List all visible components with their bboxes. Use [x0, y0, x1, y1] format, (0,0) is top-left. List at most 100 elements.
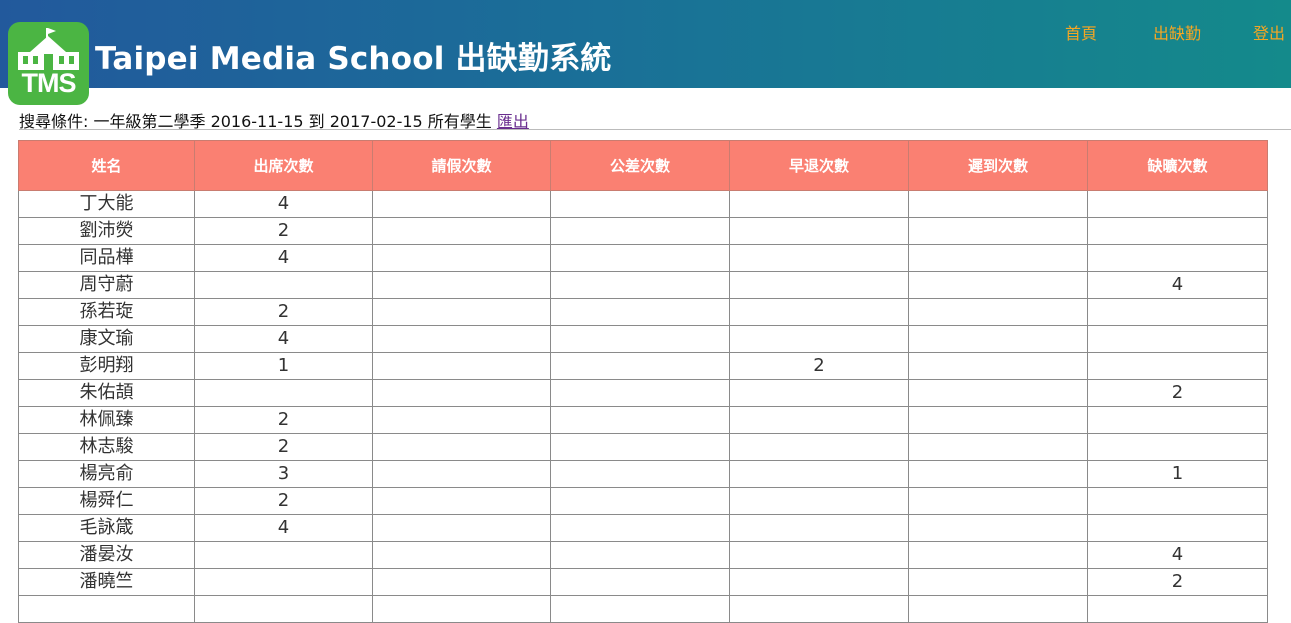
- cell-absent: [1087, 244, 1268, 272]
- nav-home-link[interactable]: 首頁: [1065, 20, 1097, 44]
- cell-early-leave: [729, 595, 909, 623]
- cell-present: [194, 271, 373, 299]
- table-row: 劉沛熒 2: [18, 217, 1268, 245]
- cell-absent: [1087, 298, 1268, 326]
- cell-name: 潘晏汝: [18, 541, 195, 569]
- cell-name: 楊舜仁: [18, 487, 195, 515]
- cell-name: 林佩臻: [18, 406, 195, 434]
- cell-leave: [372, 406, 551, 434]
- cell-late: [908, 514, 1088, 542]
- cell-late: [908, 217, 1088, 245]
- cell-present: [194, 595, 373, 623]
- cell-present: 2: [194, 406, 373, 434]
- cell-late: [908, 433, 1088, 461]
- cell-late: [908, 568, 1088, 596]
- cell-official: [550, 379, 730, 407]
- cell-present: 4: [194, 190, 373, 218]
- cell-present: 4: [194, 514, 373, 542]
- cell-late: [908, 298, 1088, 326]
- cell-early-leave: [729, 271, 909, 299]
- cell-absent: 2: [1087, 568, 1268, 596]
- cell-leave: [372, 271, 551, 299]
- table-row: 潘晏汝 4: [18, 541, 1268, 569]
- table-row: 林志駿 2: [18, 433, 1268, 461]
- table-row: 楊亮俞 3 1: [18, 460, 1268, 488]
- cell-early-leave: 2: [729, 352, 909, 380]
- cell-early-leave: [729, 514, 909, 542]
- cell-leave: [372, 514, 551, 542]
- cell-absent: [1087, 406, 1268, 434]
- table-row: 康文瑜 4: [18, 325, 1268, 353]
- cell-leave: [372, 298, 551, 326]
- cell-name: 孫若琁: [18, 298, 195, 326]
- column-header-early-leave: 早退次數: [729, 140, 909, 191]
- table-row: 潘曉竺 2: [18, 568, 1268, 596]
- cell-name: 丁大能: [18, 190, 195, 218]
- column-header-official: 公差次數: [550, 140, 730, 191]
- cell-present: 2: [194, 217, 373, 245]
- cell-name: 康文瑜: [18, 325, 195, 353]
- cell-early-leave: [729, 325, 909, 353]
- cell-present: [194, 379, 373, 407]
- cell-late: [908, 244, 1088, 272]
- cell-late: [908, 325, 1088, 353]
- cell-name: 朱佑頡: [18, 379, 195, 407]
- cell-early-leave: [729, 298, 909, 326]
- cell-early-leave: [729, 406, 909, 434]
- cell-late: [908, 487, 1088, 515]
- table-row: 毛詠箴 4: [18, 514, 1268, 542]
- nav-logout-link[interactable]: 登出: [1253, 20, 1285, 44]
- column-header-name: 姓名: [18, 140, 195, 191]
- column-header-late: 遲到次數: [908, 140, 1088, 191]
- cell-present: 4: [194, 244, 373, 272]
- cell-early-leave: [729, 244, 909, 272]
- divider: [19, 129, 1291, 130]
- cell-name: 周守蔚: [18, 271, 195, 299]
- cell-early-leave: [729, 460, 909, 488]
- cell-early-leave: [729, 433, 909, 461]
- cell-absent: [1087, 217, 1268, 245]
- cell-name: 楊亮俞: [18, 460, 195, 488]
- cell-late: [908, 460, 1088, 488]
- cell-early-leave: [729, 541, 909, 569]
- cell-official: [550, 352, 730, 380]
- column-header-present: 出席次數: [194, 140, 373, 191]
- cell-name: 劉沛熒: [18, 217, 195, 245]
- cell-leave: [372, 487, 551, 515]
- table-row: 丁大能 4: [18, 190, 1268, 218]
- cell-official: [550, 595, 730, 623]
- logo-text: TMS: [21, 68, 77, 98]
- cell-present: 2: [194, 487, 373, 515]
- app-title: Taipei Media School 出缺勤系統: [95, 41, 612, 77]
- cell-name: 同品樺: [18, 244, 195, 272]
- nav-attendance-link[interactable]: 出缺勤: [1153, 20, 1201, 44]
- cell-name: [18, 595, 195, 623]
- table-row: 同品樺 4: [18, 244, 1268, 272]
- cell-late: [908, 406, 1088, 434]
- cell-official: [550, 271, 730, 299]
- table-row: 朱佑頡 2: [18, 379, 1268, 407]
- column-header-absent: 缺曠次數: [1087, 140, 1268, 191]
- cell-name: 林志駿: [18, 433, 195, 461]
- cell-present: [194, 568, 373, 596]
- cell-early-leave: [729, 379, 909, 407]
- cell-present: [194, 541, 373, 569]
- cell-absent: 4: [1087, 271, 1268, 299]
- cell-late: [908, 379, 1088, 407]
- cell-name: 彭明翔: [18, 352, 195, 380]
- cell-official: [550, 298, 730, 326]
- cell-official: [550, 487, 730, 515]
- cell-late: [908, 541, 1088, 569]
- cell-absent: [1087, 190, 1268, 218]
- cell-absent: 2: [1087, 379, 1268, 407]
- table-body: 丁大能 4 劉沛熒 2 同品樺 4 周守蔚 4 孫若琁 2 康文瑜 4 彭明翔 1 2 朱佑頡 2 林佩臻 2 林志駿…: [18, 190, 1268, 623]
- table-row: 孫若琁 2: [18, 298, 1268, 326]
- cell-present: 4: [194, 325, 373, 353]
- table-row: 周守蔚 4: [18, 271, 1268, 299]
- column-header-leave: 請假次數: [372, 140, 551, 191]
- cell-leave: [372, 541, 551, 569]
- table-header-row: 姓名 出席次數 請假次數 公差次數 早退次數 遲到次數 缺曠次數: [18, 140, 1268, 191]
- cell-leave: [372, 568, 551, 596]
- cell-early-leave: [729, 190, 909, 218]
- cell-official: [550, 325, 730, 353]
